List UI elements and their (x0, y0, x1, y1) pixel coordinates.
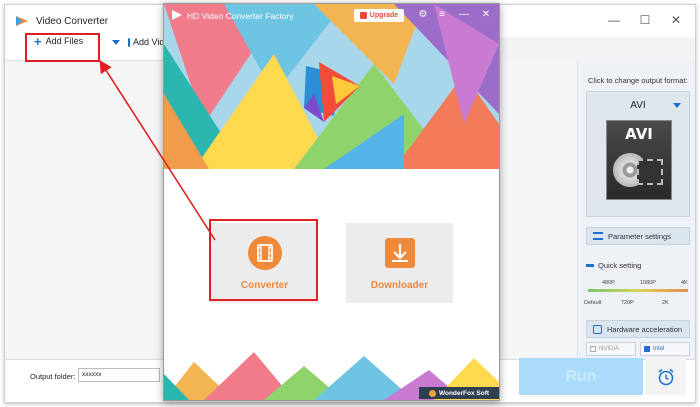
window-title: Video Converter (36, 16, 109, 27)
downloader-module-button[interactable]: Downloader (346, 223, 453, 303)
hd-video-converter-factory-window: HD Video Converter Factory Upgrade ⚙ ≡ —… (163, 3, 500, 401)
maximize-button[interactable]: ☐ (638, 13, 652, 27)
converter-highlight (209, 219, 318, 301)
checkbox-icon (644, 346, 650, 352)
quality-tick-4k: 4K (681, 280, 688, 286)
video-converter-app-icon (16, 16, 28, 26)
hardware-acceleration-label: Hardware acceleration (607, 324, 683, 334)
brand-label: WonderFox Soft (438, 389, 490, 397)
avi-format-thumbnail: AVI (606, 120, 672, 200)
hero-banner (164, 4, 499, 169)
quick-setting-text: Quick setting (598, 261, 642, 270)
quick-setting-icon (586, 264, 594, 267)
output-folder-input[interactable]: xxxxxx (78, 368, 160, 382)
downloader-label: Downloader (370, 280, 429, 291)
chip-icon (593, 324, 602, 334)
output-folder-label: Output folder: (30, 372, 76, 381)
hardware-acceleration-button[interactable]: Hardware acceleration (586, 320, 690, 338)
checkbox-icon (590, 346, 596, 352)
gpu-option-label: Intel (653, 346, 665, 352)
film-reel-icon (637, 159, 663, 185)
quality-tick-1080p: 1080P (640, 280, 656, 286)
add-files-highlight (25, 33, 100, 62)
factory-window-title: HD Video Converter Factory (187, 11, 294, 21)
gpu-option-intel[interactable]: Intel (640, 342, 690, 356)
quality-tick-default: Default (584, 300, 602, 306)
sliders-icon (593, 232, 603, 240)
factory-close-button[interactable]: ✕ (480, 9, 492, 21)
minimize-button[interactable]: — (607, 13, 621, 27)
download-icon (384, 238, 415, 268)
factory-minimize-button[interactable]: — (458, 9, 470, 21)
menu-icon[interactable]: ≡ (436, 9, 448, 21)
folder-icon (128, 37, 130, 47)
alarm-clock-button[interactable] (646, 358, 686, 395)
format-dropdown-icon[interactable] (673, 103, 681, 108)
gpu-options: NVIDIA Intel (586, 342, 690, 356)
settings-gear-icon[interactable]: ⚙ (417, 9, 429, 21)
run-button[interactable]: Run (519, 358, 643, 395)
parameter-settings-button[interactable]: Parameter settings (586, 227, 690, 245)
alarm-clock-icon (658, 368, 674, 385)
add-video-folder-label: Add Video Folder (133, 37, 164, 47)
avi-thumb-label: AVI (625, 125, 653, 143)
output-format-panel: Click to change output format: AVI AVI P… (577, 62, 695, 359)
close-button[interactable]: ✕ (669, 13, 683, 27)
upgrade-label: Upgrade (369, 12, 399, 19)
wonderfox-logo-icon (428, 389, 436, 397)
factory-titlebar: HD Video Converter Factory Upgrade ⚙ ≡ —… (164, 4, 499, 26)
quality-tick-2k: 2K (662, 300, 669, 306)
factory-app-icon (172, 10, 182, 20)
cart-icon (359, 12, 367, 19)
upgrade-button[interactable]: Upgrade (354, 9, 404, 22)
quality-tick-480p: 480P (602, 280, 615, 286)
output-format-hint: Click to change output format: (588, 76, 688, 85)
dropdown-arrow-icon[interactable] (112, 39, 120, 45)
add-video-folder-button[interactable]: Add Video Folder (112, 37, 164, 47)
output-format-selector[interactable]: AVI AVI (586, 91, 690, 217)
quality-slider[interactable] (588, 289, 688, 292)
wonderfox-badge: WonderFox Soft (419, 387, 499, 399)
quality-tick-720p: 720P (621, 300, 634, 306)
parameter-settings-label: Parameter settings (608, 231, 671, 241)
gpu-option-label: NVIDIA (599, 346, 620, 352)
gpu-option-nvidia[interactable]: NVIDIA (586, 342, 636, 356)
quick-setting-label: Quick setting (586, 261, 641, 270)
